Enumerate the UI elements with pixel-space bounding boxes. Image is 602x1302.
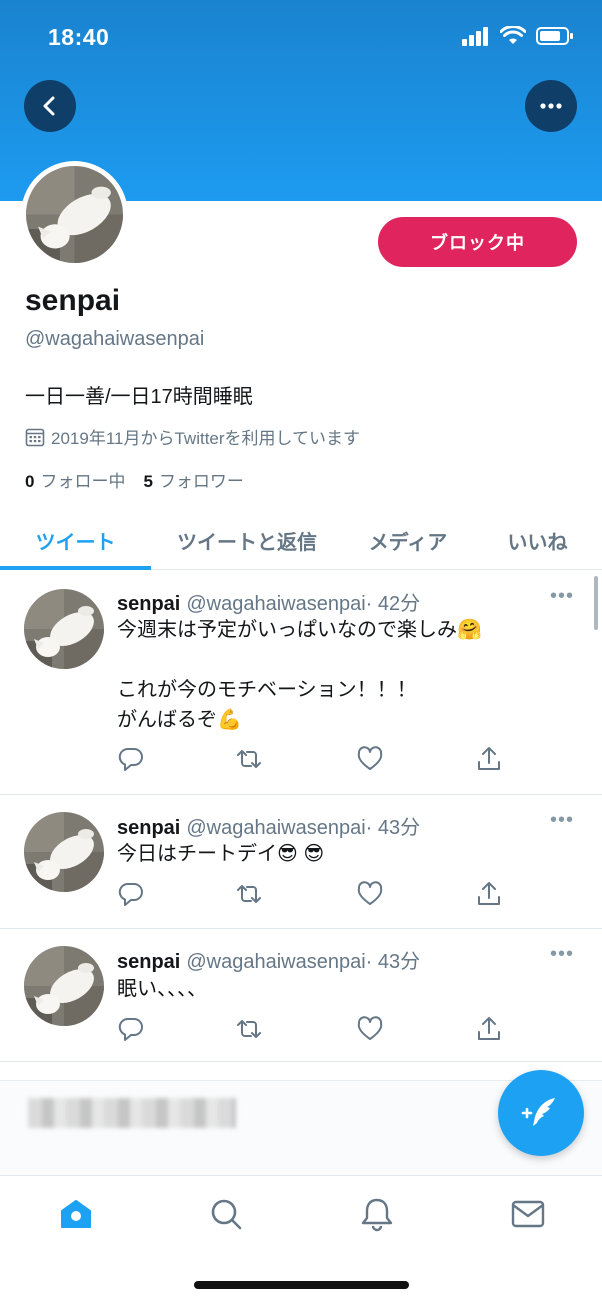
nav-home[interactable]: [56, 1194, 96, 1234]
compose-icon: [521, 1098, 555, 1126]
share-icon[interactable]: [475, 745, 503, 773]
joined-date: 2019年11月からTwitterを利用しています: [25, 424, 360, 449]
more-button[interactable]: [525, 80, 577, 132]
active-tab-indicator: [0, 566, 151, 570]
tweet-header: senpai @wagahaiwasenpai· 43分: [117, 811, 420, 840]
back-button[interactable]: [24, 80, 76, 132]
wifi-icon: [500, 26, 526, 44]
tweet-header: senpai @wagahaiwasenpai· 43分: [117, 945, 420, 974]
heart-icon[interactable]: [356, 880, 384, 908]
status-time: 18:40: [48, 24, 110, 50]
tweet-more-icon[interactable]: •••: [550, 585, 574, 608]
reply-icon[interactable]: [117, 745, 145, 773]
profile-tabs: ツイート ツイートと返信 メディア いいね: [0, 510, 602, 570]
joined-text: 2019年11月からTwitterを利用しています: [51, 429, 361, 448]
more-horizontal-icon: [540, 103, 562, 109]
battery-icon: [536, 27, 573, 45]
tab-tweets-and-replies[interactable]: ツイートと返信: [151, 510, 343, 570]
calendar-icon: [25, 428, 45, 446]
following-link[interactable]: 0 フォロー中: [25, 467, 125, 492]
tweet-more-icon[interactable]: •••: [550, 809, 574, 832]
retweet-icon[interactable]: [235, 745, 263, 773]
tweet-author-handle: @wagahaiwasenpai: [186, 817, 366, 839]
followers-label: フォロワー: [158, 472, 244, 491]
tweet-author-name: senpai: [117, 951, 181, 973]
tab-likes[interactable]: いいね: [473, 510, 602, 570]
nav-messages[interactable]: [508, 1194, 548, 1234]
tweet-actions: [117, 880, 507, 908]
profile-bio: 一日一善/一日17時間睡眠: [25, 386, 253, 408]
share-icon[interactable]: [475, 880, 503, 908]
blurred-text: [28, 1098, 236, 1128]
tweet-item[interactable]: senpai @wagahaiwasenpai· 42分 ••• 今週末は予定がい…: [0, 571, 602, 795]
tweet-author-name: senpai: [117, 593, 181, 615]
compose-tweet-button[interactable]: [498, 1070, 584, 1156]
tweet-avatar[interactable]: [24, 589, 104, 669]
tweet-avatar[interactable]: [24, 812, 104, 892]
home-icon: [61, 1200, 91, 1228]
followers-count: 5: [143, 472, 153, 491]
profile-avatar[interactable]: [21, 161, 128, 268]
tweet-header: senpai @wagahaiwasenpai· 42分: [117, 587, 420, 616]
mail-icon: [511, 1200, 545, 1228]
chevron-left-icon: [43, 96, 55, 116]
tweet-avatar[interactable]: [24, 946, 104, 1026]
follow-stats: 0 フォロー中 5 フォロワー: [25, 467, 244, 492]
tweet-author-handle: @wagahaiwasenpai: [186, 593, 366, 615]
bell-icon: [361, 1198, 393, 1232]
reply-icon[interactable]: [117, 880, 145, 908]
share-icon[interactable]: [475, 1015, 503, 1043]
tweet-actions: [117, 1015, 507, 1043]
reply-icon[interactable]: [117, 1015, 145, 1043]
profile-handle: @wagahaiwasenpai: [25, 328, 205, 350]
tab-media[interactable]: メディア: [343, 510, 473, 570]
status-bar: 18:40: [0, 0, 602, 78]
tweet-actions: [117, 745, 507, 773]
nav-notifications[interactable]: [357, 1194, 397, 1234]
heart-icon[interactable]: [356, 1015, 384, 1043]
tweet-item[interactable]: senpai @wagahaiwasenpai· 43分 ••• 眠い、、、、: [0, 929, 602, 1062]
search-icon: [211, 1199, 242, 1230]
tweet-author-name: senpai: [117, 817, 181, 839]
tweet-author-handle: @wagahaiwasenpai: [186, 951, 366, 973]
tab-tweets[interactable]: ツイート: [0, 510, 151, 570]
tweet-text: 今週末は予定がいっぱいなので楽しみ🤗 これが今のモチベーション！！！ がんばるぞ…: [117, 619, 482, 731]
blocked-button[interactable]: ブロック中: [378, 217, 577, 267]
retweet-icon[interactable]: [235, 1015, 263, 1043]
display-name: senpai: [25, 284, 121, 317]
status-icons: [462, 26, 574, 46]
nav-search[interactable]: [206, 1194, 246, 1234]
home-indicator[interactable]: [194, 1281, 409, 1289]
tweet-timestamp: · 43分: [365, 951, 421, 973]
tweet-more-icon[interactable]: •••: [550, 943, 574, 966]
retweet-icon[interactable]: [235, 880, 263, 908]
heart-icon[interactable]: [356, 745, 384, 773]
tweet-timestamp: · 43分: [365, 817, 421, 839]
cellular-signal-icon: [462, 27, 488, 46]
tweet-item[interactable]: senpai @wagahaiwasenpai· 43分 ••• 今日はチートデイ…: [0, 795, 602, 929]
following-label: フォロー中: [40, 472, 126, 491]
following-count: 0: [25, 472, 35, 491]
followers-link[interactable]: 5 フォロワー: [143, 467, 243, 492]
tweet-timestamp: · 42分: [365, 593, 421, 615]
tweet-text: 眠い、、、、: [117, 978, 207, 1000]
tweet-text: 今日はチートデイ😎 😎: [117, 843, 325, 865]
